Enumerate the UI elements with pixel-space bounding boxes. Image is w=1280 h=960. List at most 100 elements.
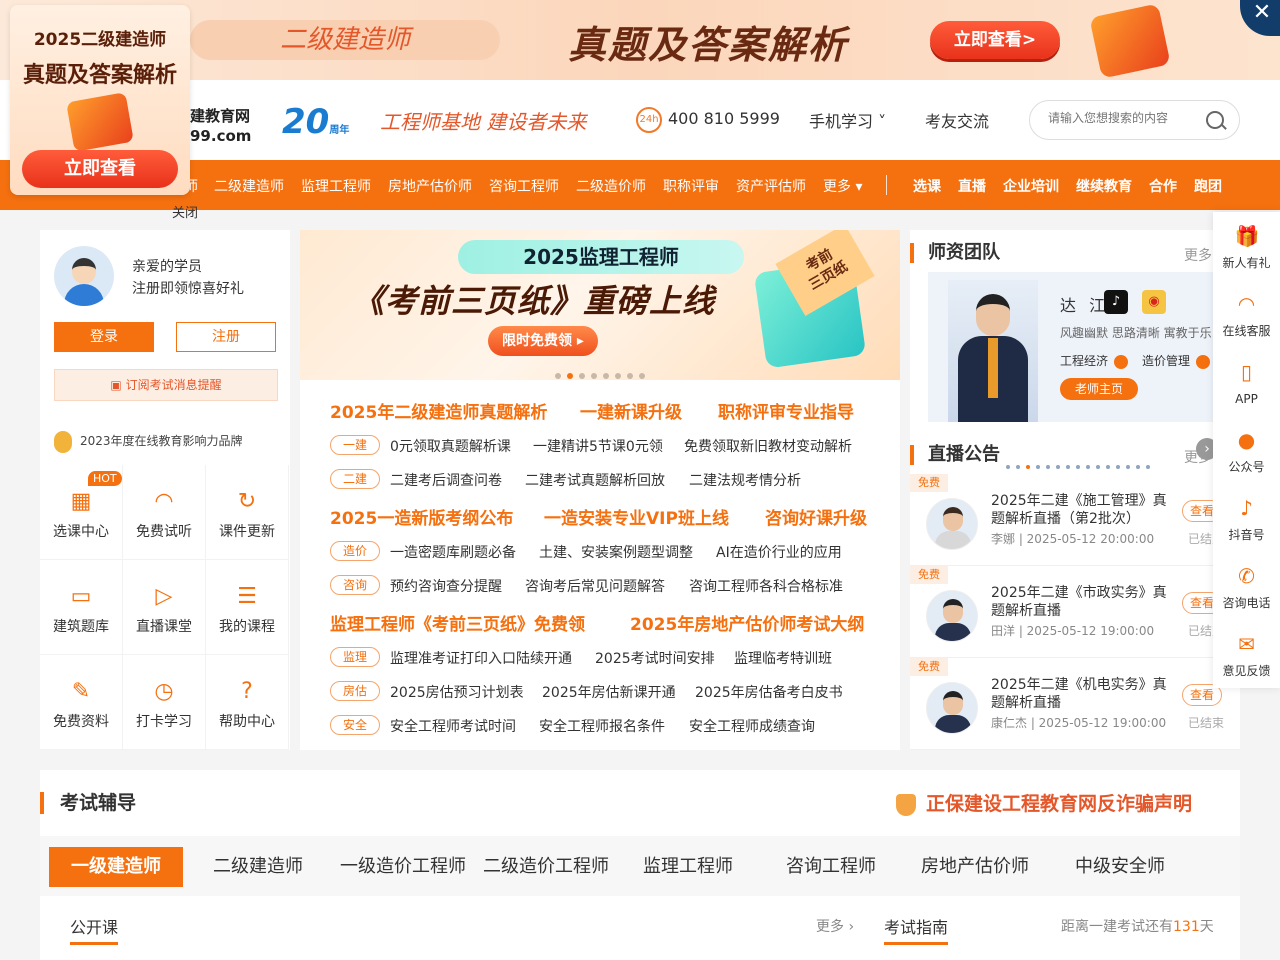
search-icon[interactable] (1206, 111, 1224, 129)
tab-consulting-engineer[interactable]: 咨询工程师 (771, 847, 891, 887)
news-link[interactable]: 监理临考特训班 (734, 648, 832, 668)
nav-item-8[interactable]: 资产评估师 (736, 176, 806, 196)
news-link[interactable]: 2025房估预习计划表 (390, 682, 524, 702)
carousel-dot[interactable] (1026, 465, 1030, 469)
teacher-card[interactable]: 达 江 ♪ ◉ 风趣幽默 思路清晰 寓教于乐 工程经济 造价管理 老师主页 (928, 272, 1228, 469)
tool-gift[interactable]: 🎁 新人有礼 (1213, 212, 1280, 280)
carousel-dot[interactable] (1016, 465, 1020, 469)
news-link[interactable]: 安全工程师成绩查询 (689, 716, 815, 736)
floating-promo[interactable]: 2025二级建造师 真题及答案解析 立即查看 (10, 5, 190, 195)
news-link[interactable]: AI在造价行业的应用 (716, 542, 842, 562)
nav-more[interactable]: 更多 ▾ (823, 176, 862, 196)
nav-bold-4[interactable]: 继续教育 (1076, 176, 1132, 196)
login-button[interactable]: 登录 (54, 322, 154, 352)
search-input[interactable] (1048, 111, 1188, 125)
news-link[interactable]: 二建考试真题解析回放 (525, 470, 665, 490)
news-link[interactable]: 安全工程师考试时间 (390, 716, 516, 736)
carousel-dot[interactable] (1006, 465, 1010, 469)
carousel-dot[interactable] (1126, 465, 1130, 469)
live-item[interactable]: 免费 2025年二建《机电实务》真题解析直播 康仁杰 | 2025-05-12 … (910, 658, 1240, 750)
quick-link-help[interactable]: ? 帮助中心 (206, 655, 289, 750)
carousel-dot[interactable] (1146, 465, 1150, 469)
exam-guide-heading[interactable]: 考试指南 (884, 914, 949, 945)
subscribe-button[interactable]: ▣ 订阅考试消息提醒 (54, 369, 278, 401)
carousel-dot[interactable] (1056, 465, 1060, 469)
headline-link[interactable]: 2025年房地产估价师考试大纲 (630, 610, 864, 635)
carousel-dot[interactable] (567, 373, 573, 379)
news-link[interactable]: 免费领取新旧教材变动解析 (684, 436, 852, 456)
news-link[interactable]: 二建考后调查问卷 (390, 470, 502, 490)
tab-second-class-cost-engineer[interactable]: 二级造价工程师 (476, 847, 616, 887)
nav-item-2[interactable]: 二级建造师 (214, 176, 284, 196)
news-link[interactable]: 土建、安装案例题型调整 (539, 542, 693, 562)
promo-view-button[interactable]: 立即查看 (22, 150, 178, 188)
tool-online-service[interactable]: ◠ 在线客服 (1213, 280, 1280, 348)
tool-feedback[interactable]: ✉ 意见反馈 (1213, 620, 1280, 688)
carousel-dot[interactable] (1136, 465, 1140, 469)
tool-wechat[interactable]: ● 公众号 (1213, 416, 1280, 484)
tab-real-estate-appraiser[interactable]: 房地产估价师 (910, 847, 1040, 887)
open-class-heading[interactable]: 公开课 (70, 914, 119, 945)
register-button[interactable]: 注册 (176, 322, 276, 352)
carousel-dot[interactable] (615, 373, 621, 379)
headline-link[interactable]: 2025年二级建造师真题解析 (330, 398, 547, 423)
forum-link[interactable]: 考友交流 (925, 108, 989, 132)
nav-bold-3[interactable]: 企业培训 (1003, 176, 1059, 196)
carousel-dot[interactable] (591, 373, 597, 379)
site-logo[interactable]: 建教育网 99.com (190, 106, 251, 146)
quick-link-question-bank[interactable]: ▭ 建筑题库 (40, 560, 123, 655)
carousel-dot[interactable] (1066, 465, 1070, 469)
quick-link-updates[interactable]: ↻ 课件更新 (206, 465, 289, 560)
open-class-more-link[interactable]: 更多 › (816, 916, 854, 936)
promo-close-link[interactable]: 关闭 (172, 202, 198, 221)
carousel-dot[interactable] (1046, 465, 1050, 469)
nav-item-6[interactable]: 二级造价师 (576, 176, 646, 196)
top-banner[interactable]: 二级建造师 真题及答案解析 立即查看> (0, 0, 1280, 80)
news-link[interactable]: 二建法规考情分析 (689, 470, 801, 490)
nav-item-4[interactable]: 房地产估价师 (388, 176, 472, 196)
live-item[interactable]: 免费 2025年二建《市政实务》真题解析直播 田洋 | 2025-05-12 1… (910, 566, 1240, 658)
nav-bold-5[interactable]: 合作 (1149, 176, 1177, 196)
quick-link-course-center[interactable]: HOT ▦ 选课中心 (40, 465, 123, 560)
tab-safety-engineer[interactable]: 中级安全师 (1060, 847, 1180, 887)
quick-link-my-courses[interactable]: ☰ 我的课程 (206, 560, 289, 655)
headline-link[interactable]: 监理工程师《考前三页纸》免费领 (330, 610, 585, 635)
news-link[interactable]: 监理准考证打印入口陆续开通 (390, 648, 572, 668)
quick-link-free-materials[interactable]: ✎ 免费资料 (40, 655, 123, 750)
tab-first-class-cost-engineer[interactable]: 一级造价工程师 (333, 847, 473, 887)
news-link[interactable]: 2025年房估备考白皮书 (695, 682, 843, 702)
carousel-dot[interactable] (1106, 465, 1110, 469)
headline-link[interactable]: 2025一造新版考纲公布 (330, 504, 513, 529)
weibo-icon[interactable]: ◉ (1142, 290, 1166, 314)
news-link[interactable]: 咨询工程师各科合格标准 (689, 576, 843, 596)
tab-supervision-engineer[interactable]: 监理工程师 (628, 847, 748, 887)
live-title-text[interactable]: 2025年二建《市政实务》真题解析直播 (991, 584, 1171, 620)
carousel-dot[interactable] (1096, 465, 1100, 469)
carousel-dot[interactable] (639, 373, 645, 379)
tool-tiktok[interactable]: ♪ 抖音号 (1213, 484, 1280, 552)
news-link[interactable]: 咨询考后常见问题解答 (525, 576, 665, 596)
news-link[interactable]: 0元领取真题解析课 (390, 436, 511, 456)
hero-carousel[interactable]: 2025监理工程师 《考前三页纸》重磅上线 限时免费领 ▸ 考前 三页纸 (300, 230, 900, 380)
carousel-dot[interactable] (603, 373, 609, 379)
carousel-dot[interactable] (627, 373, 633, 379)
headline-link[interactable]: 职称评审专业指导 (718, 398, 854, 423)
quick-link-free-trial[interactable]: ◠ 免费试听 (123, 465, 206, 560)
tab-second-class-constructor[interactable]: 二级建造师 (198, 847, 318, 887)
hotline[interactable]: 24h 400 810 5999 (636, 106, 780, 133)
live-title-text[interactable]: 2025年二建《施工管理》真题解析直播（第2批次） (991, 492, 1171, 528)
tab-first-class-constructor[interactable]: 一级建造师 (49, 847, 183, 887)
tool-phone[interactable]: ✆ 咨询电话 (1213, 552, 1280, 620)
nav-item-3[interactable]: 监理工程师 (301, 176, 371, 196)
live-title-text[interactable]: 2025年二建《机电实务》真题解析直播 (991, 676, 1171, 712)
headline-link[interactable]: 咨询好课升级 (765, 504, 867, 529)
news-link[interactable]: 预约咨询查分提醒 (390, 576, 502, 596)
live-item[interactable]: 免费 2025年二建《施工管理》真题解析直播（第2批次） 李娜 | 2025-0… (910, 474, 1240, 566)
teacher-home-button[interactable]: 老师主页 (1060, 378, 1138, 400)
news-link[interactable]: 一造密题库刷题必备 (390, 542, 516, 562)
carousel-dot[interactable] (1036, 465, 1040, 469)
nav-bold-1[interactable]: 选课 (913, 176, 941, 196)
nav-item-5[interactable]: 咨询工程师 (489, 176, 559, 196)
quick-link-live-class[interactable]: ▷ 直播课堂 (123, 560, 206, 655)
anti-fraud-notice[interactable]: 正保建设工程教育网反诈骗声明 (896, 792, 1192, 816)
